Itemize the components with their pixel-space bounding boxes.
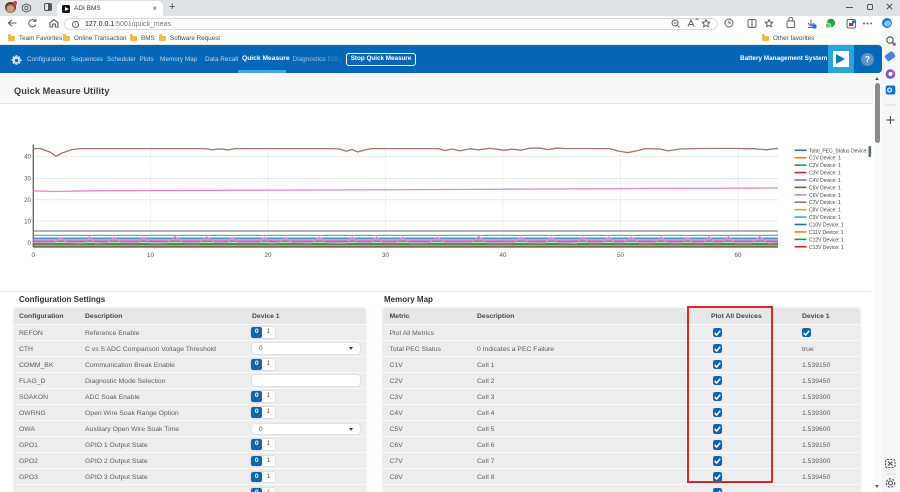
- svg-text:40: 40: [24, 154, 31, 161]
- svg-text:C8V Device: 1: C8V Device: 1: [809, 208, 841, 214]
- svg-text:Total_PEC_Status Device: 1: Total_PEC_Status Device: 1: [809, 148, 872, 154]
- svg-text:C11V Device: 1: C11V Device: 1: [809, 230, 844, 236]
- svg-text:0: 0: [32, 252, 36, 259]
- svg-text:C13V Device: 1: C13V Device: 1: [809, 245, 844, 251]
- svg-text:40: 40: [500, 252, 507, 259]
- svg-text:C7V Device: 1: C7V Device: 1: [809, 200, 841, 206]
- svg-text:30: 30: [24, 176, 31, 183]
- svg-text:C3V Device: 1: C3V Device: 1: [809, 171, 841, 177]
- svg-text:C4V Device: 1: C4V Device: 1: [809, 178, 841, 184]
- svg-text:C12V Device: 1: C12V Device: 1: [809, 237, 844, 243]
- svg-text:C10V Device: 1: C10V Device: 1: [809, 223, 844, 229]
- svg-text:20: 20: [24, 197, 31, 204]
- svg-text:C5V Device: 1: C5V Device: 1: [809, 185, 841, 191]
- svg-text:C6V Device: 1: C6V Device: 1: [809, 193, 841, 199]
- svg-text:60: 60: [735, 252, 742, 259]
- svg-text:10: 10: [24, 218, 31, 225]
- svg-text:20: 20: [265, 252, 272, 259]
- svg-text:10: 10: [147, 252, 154, 259]
- svg-text:C1V Device: 1: C1V Device: 1: [809, 156, 841, 162]
- svg-text:50: 50: [617, 252, 624, 259]
- svg-text:30: 30: [382, 252, 389, 259]
- svg-text:C2V Device: 1: C2V Device: 1: [809, 163, 841, 169]
- svg-text:C9V Device: 1: C9V Device: 1: [809, 215, 841, 221]
- svg-text:0: 0: [28, 240, 32, 247]
